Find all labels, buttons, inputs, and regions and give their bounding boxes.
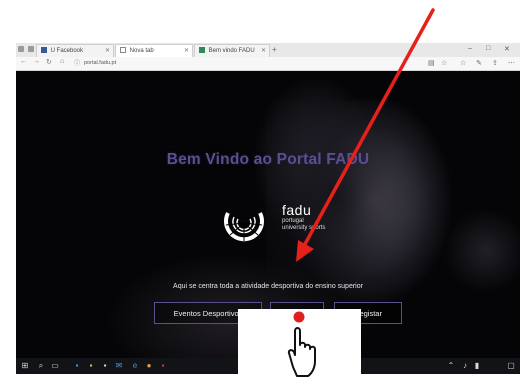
share-icon[interactable]: ⇪ xyxy=(492,59,498,67)
facebook-icon xyxy=(41,47,47,53)
tagline: Aqui se centra toda a atividade desporti… xyxy=(173,283,363,290)
favorites-hub-icon[interactable]: ☆ xyxy=(460,59,466,67)
logo-name: fadu xyxy=(282,202,312,218)
mail-icon[interactable]: ✉ xyxy=(114,361,124,371)
logo-subtitle-line1: portugal xyxy=(282,218,304,224)
menu-icon[interactable] xyxy=(18,46,24,52)
more-icon[interactable]: ⋯ xyxy=(508,59,515,67)
pointer-callout xyxy=(238,309,361,379)
maximize-button[interactable]: □ xyxy=(486,45,490,52)
close-tab-icon[interactable]: ✕ xyxy=(105,45,110,57)
chrome-icon[interactable]: ● xyxy=(144,361,154,371)
volume-icon[interactable]: ♪ xyxy=(460,361,470,371)
new-tab-button[interactable]: + xyxy=(272,45,277,54)
file-explorer-icon[interactable]: ▪ xyxy=(86,361,96,371)
close-tab-icon[interactable]: ✕ xyxy=(184,45,189,57)
tab-label: Bem vindo FADU xyxy=(208,48,255,54)
battery-icon[interactable]: ▮ xyxy=(472,361,482,371)
minimize-button[interactable]: – xyxy=(468,45,472,52)
search-icon[interactable]: ⌕ xyxy=(36,361,46,371)
tab-label: U Facebook xyxy=(50,48,84,54)
tab-new[interactable]: Nova tab ✕ xyxy=(115,44,193,57)
favorite-star-icon[interactable]: ☆ xyxy=(441,59,447,67)
fadu-logo-icon xyxy=(224,212,264,242)
internet-explorer-icon[interactable]: e xyxy=(130,361,140,371)
fadu-favicon-icon xyxy=(199,47,205,53)
close-tab-icon[interactable]: ✕ xyxy=(261,45,266,57)
app-icon[interactable]: ▪ xyxy=(158,361,168,371)
task-view-icon[interactable]: ▭ xyxy=(50,361,60,371)
url-input[interactable]: portal.fadu.pt xyxy=(80,59,434,68)
tab-facebook[interactable]: U Facebook ✕ xyxy=(36,44,114,57)
forward-icon[interactable]: → xyxy=(33,58,40,65)
tab-label: Nova tab xyxy=(129,48,154,54)
home-icon[interactable]: ⌂ xyxy=(60,58,64,65)
close-window-button[interactable]: ✕ xyxy=(504,45,510,53)
page: U Facebook ✕ Nova tab ✕ Bem vindo FADU ✕… xyxy=(0,0,520,379)
address-bar: ← → ↻ ⌂ ⓘ portal.fadu.pt ▤ ☆ ☆ ✎ ⇪ ⋯ xyxy=(16,57,520,71)
tab-fadu[interactable]: Bem vindo FADU ✕ xyxy=(194,44,270,57)
logo-subtitle-line2: university sports xyxy=(282,225,326,231)
hand-cursor-icon xyxy=(287,311,316,377)
network-icon[interactable]: ⌃ xyxy=(446,361,456,371)
reading-view-icon[interactable]: ▤ xyxy=(428,59,435,67)
back-icon[interactable]: ← xyxy=(20,58,27,65)
notes-icon[interactable]: ✎ xyxy=(476,59,482,67)
refresh-icon[interactable]: ↻ xyxy=(46,58,52,66)
tab-strip: U Facebook ✕ Nova tab ✕ Bem vindo FADU ✕… xyxy=(16,43,520,58)
back-tabs-icon[interactable] xyxy=(28,46,34,52)
store-icon[interactable]: ▪ xyxy=(100,361,110,371)
page-icon xyxy=(120,47,126,53)
edge-icon[interactable]: ▪ xyxy=(72,361,82,371)
click-dot-icon xyxy=(293,311,305,323)
notifications-icon[interactable]: ▢ xyxy=(506,361,516,371)
fadu-logo-text: fadu portugal university sports xyxy=(282,203,325,232)
window-menu-icons xyxy=(18,46,34,52)
windows-start-icon[interactable]: ⊞ xyxy=(20,361,30,371)
welcome-title: Bem Vindo ao Portal FADU xyxy=(166,151,370,168)
